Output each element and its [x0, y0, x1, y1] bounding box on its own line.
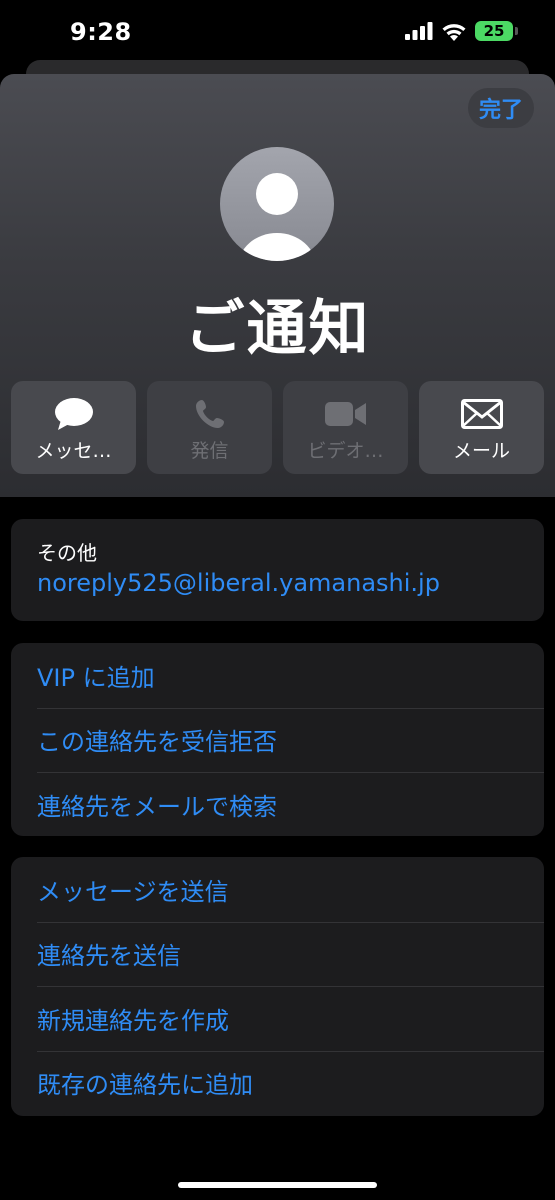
signal-icon [405, 22, 433, 40]
contact-sheet: 完了 ご通知 メッセ… 発信 ビデオ… メール その他 noreply525@l… [0, 74, 555, 1200]
battery-indicator: 25 [475, 21, 518, 41]
video-action-button[interactable]: ビデオ… [283, 381, 408, 474]
mail-action-button[interactable]: メール [419, 381, 544, 474]
home-indicator[interactable] [178, 1182, 377, 1188]
email-type-label: その他 [37, 541, 97, 565]
email-address-link[interactable]: noreply525@liberal.yamanashi.jp [37, 569, 440, 597]
block-contact-button[interactable]: この連絡先を受信拒否 [11, 707, 544, 773]
email-info-card: その他 noreply525@liberal.yamanashi.jp [11, 519, 544, 621]
contact-options-card: VIP に追加 この連絡先を受信拒否 連絡先をメールで検索 [11, 643, 544, 836]
call-action-label: 発信 [190, 440, 229, 462]
mail-action-label: メール [452, 440, 510, 462]
battery-level: 25 [483, 22, 505, 40]
phone-icon [147, 397, 272, 431]
message-action-button[interactable]: メッセ… [11, 381, 136, 474]
contact-name: ご通知 [184, 294, 371, 364]
create-new-contact-button[interactable]: 新規連絡先を作成 [11, 986, 544, 1051]
battery-nub [515, 27, 518, 35]
message-action-label: メッセ… [35, 440, 112, 462]
video-camera-icon [283, 397, 408, 431]
add-to-vip-button[interactable]: VIP に追加 [11, 643, 544, 708]
call-action-button[interactable]: 発信 [147, 381, 272, 474]
avatar [220, 147, 334, 261]
envelope-icon [419, 397, 544, 431]
contact-header: 完了 ご通知 メッセ… 発信 ビデオ… メール [0, 74, 555, 497]
status-bar: 9:28 25 [0, 0, 555, 64]
add-to-existing-contact-button[interactable]: 既存の連絡先に追加 [11, 1050, 544, 1116]
person-silhouette-icon [238, 173, 316, 261]
video-action-label: ビデオ… [307, 440, 384, 462]
action-buttons: メッセ… 発信 ビデオ… メール [11, 381, 544, 474]
status-time: 9:28 [70, 18, 132, 46]
search-mail-button[interactable]: 連絡先をメールで検索 [11, 772, 544, 836]
message-bubble-icon [11, 397, 136, 431]
status-icons: 25 [405, 21, 518, 41]
send-message-button[interactable]: メッセージを送信 [11, 857, 544, 922]
contact-actions-card: メッセージを送信 連絡先を送信 新規連絡先を作成 既存の連絡先に追加 [11, 857, 544, 1116]
done-button[interactable]: 完了 [468, 88, 534, 128]
wifi-icon [441, 22, 467, 41]
share-contact-button[interactable]: 連絡先を送信 [11, 921, 544, 987]
